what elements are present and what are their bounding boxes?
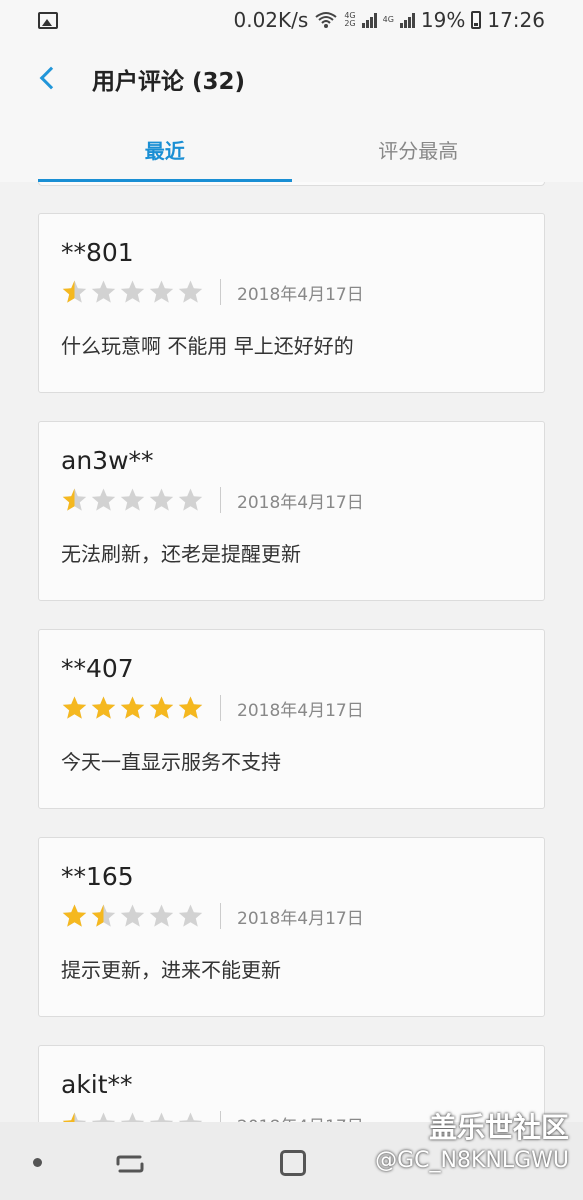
rating-row: 2018年4月17日 (61, 278, 364, 306)
network-speed: 0.02K/s (233, 8, 309, 32)
wifi-icon (315, 12, 337, 28)
star-icon (91, 280, 116, 303)
reviewer-name: **407 (61, 654, 134, 683)
gallery-notification-icon (38, 11, 58, 29)
star-icon (120, 488, 145, 511)
review-card[interactable]: an3w** 2018年4月17日 无法刷新，还老是提醒更新 (38, 421, 545, 601)
divider (220, 903, 221, 929)
reviewer-name: akit** (61, 1070, 133, 1099)
divider (220, 279, 221, 305)
star-rating (61, 695, 204, 721)
battery-icon (471, 11, 482, 29)
review-text: 什么玩意啊 不能用 早上还好好的 (61, 334, 354, 358)
star-icon (62, 1112, 87, 1122)
star-rating (61, 279, 204, 305)
app-header: 用户评论 (32) 最近 评分最高 (0, 40, 583, 182)
star-icon (149, 1112, 174, 1122)
review-date: 2018年4月17日 (237, 492, 364, 513)
star-icon (62, 696, 87, 719)
reviewer-name: **801 (61, 238, 134, 267)
star-icon (62, 488, 87, 511)
divider (220, 695, 221, 721)
divider (220, 1111, 221, 1122)
star-icon (178, 280, 203, 303)
rating-row: 2018年4月17日 (61, 902, 364, 930)
star-icon (91, 1112, 116, 1122)
star-icon (62, 280, 87, 303)
star-icon (178, 904, 203, 927)
review-list[interactable]: **801 2018年4月17日 什么玩意啊 不能用 早上还好好的 an3w**… (38, 182, 545, 1122)
review-text: 无法刷新，还老是提醒更新 (61, 542, 301, 566)
network-type-label: 4G 2G (344, 11, 356, 28)
tab-top-rated[interactable]: 评分最高 (292, 120, 546, 182)
review-card[interactable]: **407 2018年4月17日 今天一直显示服务不支持 (38, 629, 545, 809)
tab-bar: 最近 评分最高 (38, 120, 545, 182)
star-icon (149, 904, 174, 927)
reviewer-name: **165 (61, 862, 134, 891)
rating-row: 2018年4月17日 (61, 486, 364, 514)
star-icon (149, 696, 174, 719)
network-type-label-2: 4G (382, 15, 394, 24)
tab-recent[interactable]: 最近 (38, 120, 292, 182)
star-rating (61, 1111, 204, 1122)
star-icon (91, 904, 116, 927)
star-icon (120, 696, 145, 719)
star-icon (149, 280, 174, 303)
nav-dot-icon[interactable] (33, 1158, 42, 1167)
star-rating (61, 903, 204, 929)
signal-icon (361, 12, 377, 28)
star-icon (120, 280, 145, 303)
review-card[interactable]: **801 2018年4月17日 什么玩意啊 不能用 早上还好好的 (38, 213, 545, 393)
review-date: 2018年4月17日 (237, 1112, 364, 1123)
star-rating (61, 487, 204, 513)
star-icon (149, 488, 174, 511)
clock: 17:26 (487, 8, 545, 32)
signal-icon-2 (399, 12, 415, 28)
star-icon (178, 488, 203, 511)
review-date: 2018年4月17日 (237, 284, 364, 305)
star-icon (178, 1112, 203, 1122)
page-title: 用户评论 (32) (92, 69, 246, 95)
review-card[interactable]: **165 2018年4月17日 提示更新，进来不能更新 (38, 837, 545, 1017)
rating-row: 2018年4月17日 (61, 694, 364, 722)
star-icon (91, 696, 116, 719)
rating-row: 2018年4月17日 (61, 1110, 364, 1122)
review-text: 今天一直显示服务不支持 (61, 750, 281, 774)
status-bar: 0.02K/s 4G 2G 4G 19% 17:26 (0, 0, 583, 40)
back-button[interactable] (30, 60, 66, 96)
review-text: 提示更新，进来不能更新 (61, 958, 281, 982)
divider (220, 487, 221, 513)
review-date: 2018年4月17日 (237, 908, 364, 929)
battery-percent: 19% (420, 8, 466, 32)
star-icon (120, 904, 145, 927)
reviewer-name: an3w** (61, 446, 154, 475)
watermark-user: @GC_N8KNLGWU (375, 1148, 569, 1173)
star-icon (178, 696, 203, 719)
home-button[interactable] (280, 1150, 306, 1176)
star-icon (120, 1112, 145, 1122)
watermark-title: 盖乐世社区 (428, 1111, 569, 1144)
previous-card-edge (38, 182, 545, 186)
star-icon (91, 488, 116, 511)
recents-button[interactable] (112, 1146, 148, 1182)
review-date: 2018年4月17日 (237, 700, 364, 721)
back-arrow-icon (39, 66, 63, 90)
star-icon (62, 904, 87, 927)
